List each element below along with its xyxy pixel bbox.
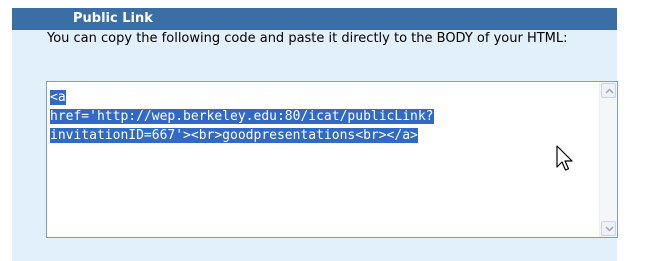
- instructions-text: You can copy the following code and past…: [47, 31, 568, 46]
- panel-title: Public Link: [73, 11, 153, 26]
- mouse-pointer-icon: [556, 145, 573, 171]
- code-line-1: <a: [50, 90, 66, 105]
- scroll-up-button[interactable]: [601, 83, 616, 98]
- chevron-down-icon: [605, 226, 614, 232]
- public-link-panel: Public Link You can copy the following c…: [12, 8, 618, 261]
- code-line-3: invitationID=667'><br>goodpresentations<…: [50, 128, 418, 143]
- code-content[interactable]: <a href='http://wep.berkeley.edu:80/icat…: [50, 88, 434, 145]
- panel-header: Public Link: [12, 8, 617, 30]
- scroll-down-button[interactable]: [601, 221, 616, 236]
- code-line-2: href='http://wep.berkeley.edu:80/icat/pu…: [50, 109, 434, 124]
- chevron-up-icon: [605, 88, 614, 94]
- panel-footer: [12, 240, 617, 261]
- vertical-scrollbar[interactable]: [599, 82, 617, 237]
- code-textarea[interactable]: <a href='http://wep.berkeley.edu:80/icat…: [46, 81, 618, 238]
